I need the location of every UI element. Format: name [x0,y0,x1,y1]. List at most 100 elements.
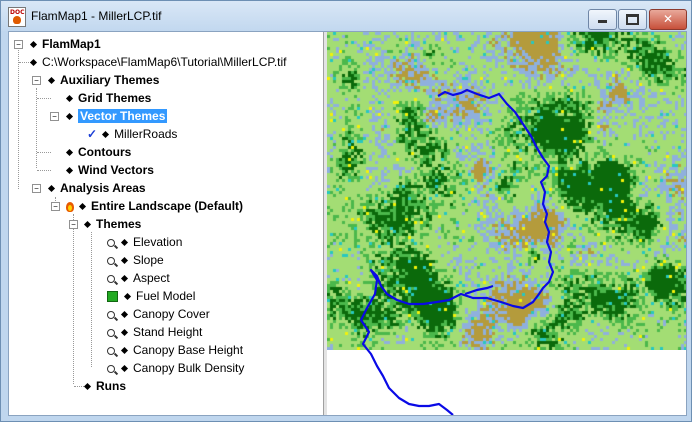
diamond-icon [29,58,38,66]
fuel-model-icon[interactable] [107,291,118,303]
tree-line [37,152,51,153]
tree-node-landscape-file[interactable]: C:\Workspace\FlamMap6\Tutorial\MillerLCP… [29,54,287,70]
tree-node-auxiliary-themes[interactable]: Auxiliary Themes [47,72,159,88]
magnifier-icon[interactable] [107,274,115,283]
diamond-icon [65,166,74,174]
tree-node-label: Fuel Model [136,289,196,303]
tree-node-label: Themes [96,217,142,231]
tree-node-label: Wind Vectors [78,163,154,177]
diamond-icon [83,220,92,228]
tree-node-label: Stand Height [133,325,203,339]
tree-node-wind-vectors[interactable]: Wind Vectors [65,162,154,178]
expander-root[interactable]: − [14,40,23,49]
tree-node-label: Elevation [133,235,183,249]
client-area: − FlamMap1 C:\Workspace\FlamMap6\Tutoria… [8,31,687,416]
tree-line [91,232,92,367]
tree-node-label: Runs [96,379,126,393]
app-icon[interactable]: DOC [8,7,26,27]
title-bar[interactable]: DOC FlamMap1 - MillerLCP.tif ✕ [1,1,691,31]
diamond-icon [120,256,129,264]
minimize-icon [598,20,607,23]
tree-node-theme-canopy-base-height[interactable]: Canopy Base Height [107,342,243,358]
diamond-icon [120,346,129,354]
tree-node-theme-canopy-bulk-density[interactable]: Canopy Bulk Density [107,360,244,376]
app-icon-label: DOC [10,9,25,16]
tree-node-theme-stand-height[interactable]: Stand Height [107,324,202,340]
diamond-icon [47,76,56,84]
magnifier-icon[interactable] [107,238,115,247]
magnifier-icon[interactable] [107,310,115,319]
diamond-icon [47,184,56,192]
tree-line [37,170,51,171]
tree-node-vector-themes[interactable]: Vector Themes [65,108,168,124]
tree-node-label: Slope [133,253,164,267]
diamond-icon [83,382,92,390]
fire-icon [65,201,75,213]
diamond-icon [29,40,38,48]
tree-node-analysis-areas[interactable]: Analysis Areas [47,180,146,196]
miller-roads-line [359,88,555,415]
minimize-button[interactable] [588,9,617,30]
tree-line [73,214,74,384]
close-button[interactable]: ✕ [649,9,687,30]
expander-entire-landscape[interactable]: − [51,202,60,211]
tree-line [18,44,19,189]
road-spur-line [464,284,494,296]
tree-node-label-selected: Vector Themes [78,109,168,123]
tree-node-label: Contours [78,145,132,159]
map-view[interactable] [327,32,686,415]
expander-auxiliary-themes[interactable]: − [32,76,41,85]
tree-line [37,98,51,99]
tree-node-theme-slope[interactable]: Slope [107,252,164,268]
expander-vector-themes[interactable]: − [50,112,59,121]
tree-node-label: Canopy Cover [133,307,210,321]
project-tree[interactable]: − FlamMap1 C:\Workspace\FlamMap6\Tutoria… [9,32,323,415]
magnifier-icon[interactable] [107,256,115,265]
tree-node-runs[interactable]: Runs [83,378,126,394]
tree-node-label: MillerRoads [114,127,178,141]
diamond-icon [65,94,74,102]
tree-line [36,88,37,168]
tree-node-theme-aspect[interactable]: Aspect [107,270,170,286]
diamond-icon [65,112,74,120]
tree-node-label: C:\Workspace\FlamMap6\Tutorial\MillerLCP… [42,55,287,69]
tree-node-theme-elevation[interactable]: Elevation [107,234,182,250]
diamond-icon [120,328,129,336]
diamond-icon [123,292,132,300]
tree-node-label: Canopy Base Height [133,343,244,357]
tree-node-label: Auxiliary Themes [60,73,160,87]
tree-node-grid-themes[interactable]: Grid Themes [65,90,151,106]
tree-node-miller-roads[interactable]: ✓ MillerRoads [87,126,177,142]
diamond-icon [65,148,74,156]
road-layer [359,88,555,415]
window-title: FlamMap1 - MillerLCP.tif [31,9,162,23]
tree-node-contours[interactable]: Contours [65,144,131,160]
maximize-icon [626,14,639,25]
diamond-icon [120,310,129,318]
magnifier-icon[interactable] [107,346,115,355]
diamond-icon [120,364,129,372]
diamond-icon [120,274,129,282]
expander-themes[interactable]: − [69,220,78,229]
tree-node-label: Grid Themes [78,91,152,105]
tree-node-root[interactable]: FlamMap1 [29,36,101,52]
tree-node-theme-canopy-cover[interactable]: Canopy Cover [107,306,210,322]
tree-node-label: FlamMap1 [42,37,101,51]
tree-node-themes[interactable]: Themes [83,216,141,232]
expander-analysis-areas[interactable]: − [32,184,41,193]
tree-node-label: Canopy Bulk Density [133,361,245,375]
app-window: DOC FlamMap1 - MillerLCP.tif ✕ − FlamMap… [0,0,692,422]
checkmark-icon[interactable]: ✓ [87,127,97,141]
tree-node-entire-landscape[interactable]: Entire Landscape (Default) [65,198,243,214]
diamond-icon [78,202,87,210]
maximize-button[interactable] [618,9,647,30]
close-icon: ✕ [662,12,674,26]
diamond-icon [120,238,129,246]
tree-node-label: Entire Landscape (Default) [91,199,244,213]
tree-node-label: Analysis Areas [60,181,146,195]
magnifier-icon[interactable] [107,328,115,337]
magnifier-icon[interactable] [107,364,115,373]
tree-node-theme-fuel-model[interactable]: Fuel Model [107,288,195,304]
flame-icon [13,16,21,24]
diamond-icon [102,130,110,138]
